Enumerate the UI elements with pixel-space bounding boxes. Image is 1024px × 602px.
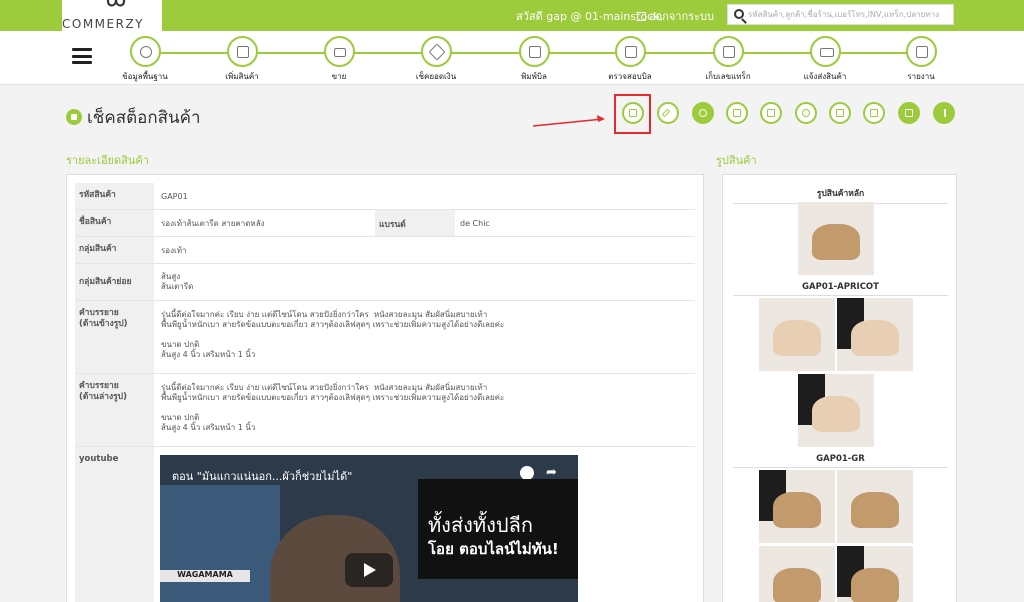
truck-icon bbox=[809, 36, 841, 67]
infinity-logo-icon bbox=[106, 0, 126, 7]
facebook-icon[interactable] bbox=[898, 102, 920, 124]
search-input[interactable] bbox=[748, 7, 951, 22]
database-icon bbox=[129, 36, 161, 67]
page-title: เช็คสต็อกสินค้า bbox=[66, 104, 201, 131]
nav-item-basic-data[interactable]: ข้อมูลพื้นฐาน bbox=[105, 36, 185, 84]
nav-label: ขาย bbox=[331, 72, 347, 81]
top-bar: COMMERZY สวัสดี gap @ 01-mainstock, ออกจ… bbox=[0, 0, 1024, 31]
desc-side-value: รุ่นนี้ดีต่อใจมากค่ะ เรียบ ง่าย แต่ดีไซน… bbox=[161, 310, 505, 359]
video-sign-text: WAGAMAMA bbox=[160, 570, 250, 582]
watch-later-icon[interactable] bbox=[520, 466, 534, 480]
youtube-video[interactable]: WAGAMAMA ตอน "มันแกวแน่นอก...ผัวก็ช่วยไม… bbox=[160, 455, 578, 602]
money-check-icon bbox=[420, 36, 452, 67]
play-icon[interactable] bbox=[345, 553, 393, 587]
printer-icon bbox=[518, 36, 550, 67]
pencil-icon[interactable] bbox=[657, 102, 679, 124]
detail-row-code: รหัสสินค้า GAP01 bbox=[75, 183, 695, 210]
nav-label: ตรวจสอบบิล bbox=[608, 72, 652, 81]
image-panel: รูปสินค้าหลัก GAP01-APRICOT GAP01-GR bbox=[722, 174, 957, 602]
subgroup-label: กลุ่มสินค้าย่อย bbox=[75, 264, 154, 300]
name-value: รองเท้าส้นเตารีด สายคาดหลัง bbox=[161, 219, 265, 228]
product-image[interactable] bbox=[759, 546, 835, 602]
bill-check-icon bbox=[614, 36, 646, 67]
detail-row-group: กลุ่มสินค้า รองเท้า bbox=[75, 237, 695, 264]
add-image-icon[interactable] bbox=[760, 102, 782, 124]
desc-side-label: คำบรรยาย (ด้านข้างรูป) bbox=[75, 301, 154, 373]
detail-row-name: ชื่อสินค้า รองเท้าส้นเตารีด สายคาดหลัง แ… bbox=[75, 210, 695, 237]
group-value: รองเท้า bbox=[161, 246, 187, 255]
menu-icon[interactable] bbox=[72, 48, 92, 64]
group-label: กลุ่มสินค้า bbox=[75, 237, 154, 263]
nav-item-check-money[interactable]: เช็คยอดเงิน bbox=[396, 36, 476, 84]
brand-name: COMMERZY bbox=[62, 17, 145, 31]
video-small-text: โอย ตอบไลน์ไม่ทัน! bbox=[428, 540, 559, 558]
youtube-label: youtube bbox=[75, 447, 154, 602]
detail-row-desc-side: คำบรรยาย (ด้านข้างรูป) รุ่นนี้ดีต่อใจมาก… bbox=[75, 301, 695, 374]
page-title-text: เช็คสต็อกสินค้า bbox=[87, 108, 201, 128]
search-box bbox=[727, 4, 954, 25]
logout-label: ออกจากระบบ bbox=[649, 10, 714, 23]
list-icon[interactable] bbox=[863, 102, 885, 124]
box-icon bbox=[66, 109, 82, 125]
camera-icon[interactable] bbox=[692, 102, 714, 124]
nav-label: รายงาน bbox=[907, 72, 935, 81]
nav-item-check-bill[interactable]: ตรวจสอบบิล bbox=[590, 36, 670, 84]
image-section-heading: รูปสินค้า bbox=[716, 154, 757, 167]
brand-label: แบรนด์ bbox=[375, 210, 455, 236]
brand-value: de Chic bbox=[460, 219, 490, 228]
desc-bottom-label: คำบรรยาย (ด้านล่างรูป) bbox=[75, 374, 154, 446]
variant-caption-apricot: GAP01-APRICOT bbox=[733, 282, 948, 296]
register-icon bbox=[323, 36, 355, 67]
logout-icon bbox=[636, 12, 646, 21]
nav-label: ข้อมูลพื้นฐาน bbox=[122, 72, 168, 81]
detail-panel: รหัสสินค้า GAP01 ชื่อสินค้า รองเท้าส้นเต… bbox=[66, 174, 704, 602]
detail-section-heading: รายละเอียดสินค้า bbox=[66, 154, 149, 167]
nav-item-sell[interactable]: ขาย bbox=[299, 36, 379, 84]
product-image[interactable] bbox=[798, 374, 874, 447]
layout-icon[interactable] bbox=[829, 102, 851, 124]
nav-label: พิมพ์บิล bbox=[521, 72, 547, 81]
nav-label: แจ้งส่งสินค้า bbox=[803, 72, 847, 81]
variant-caption-gr: GAP01-GR bbox=[733, 454, 948, 468]
share-icon[interactable]: ➦ bbox=[546, 465, 557, 480]
arrow-annotation bbox=[533, 115, 605, 127]
arrow-up-icon[interactable] bbox=[933, 102, 955, 124]
barcode-icon[interactable] bbox=[726, 102, 748, 124]
nav-label: เช็คยอดเงิน bbox=[415, 72, 457, 81]
video-title: ตอน "มันแกวแน่นอก...ผัวก็ช่วยไม่ได้" bbox=[172, 470, 353, 483]
subgroup-value: ส้นสูง ส้นเตารีด bbox=[161, 272, 194, 291]
search-icon[interactable] bbox=[734, 9, 744, 19]
detail-row-desc-bottom: คำบรรยาย (ด้านล่างรูป) รุ่นนี้ดีต่อใจมาก… bbox=[75, 374, 695, 447]
product-image[interactable] bbox=[837, 298, 913, 371]
product-image[interactable] bbox=[837, 546, 913, 602]
code-label: รหัสสินค้า bbox=[75, 183, 154, 209]
nav-item-shipping[interactable]: แจ้งส่งสินค้า bbox=[785, 36, 865, 84]
main-nav: ข้อมูลพื้นฐาน เพิ่มสินค้า ขาย เช็คยอดเงิ… bbox=[0, 31, 1024, 85]
name-label: ชื่อสินค้า bbox=[75, 210, 154, 236]
nav-label: เพิ่มสินค้า bbox=[225, 72, 259, 81]
nav-item-print-bill[interactable]: พิมพ์บิล bbox=[494, 36, 574, 84]
report-icon bbox=[905, 36, 937, 67]
tracking-icon bbox=[712, 36, 744, 67]
nav-item-report[interactable]: รายงาน bbox=[881, 36, 961, 84]
logout-link[interactable]: ออกจากระบบ bbox=[636, 7, 714, 25]
box-icon bbox=[226, 36, 258, 67]
nav-label: เก็บเลขแทร็ก bbox=[705, 72, 751, 81]
detail-row-subgroup: กลุ่มสินค้าย่อย ส้นสูง ส้นเตารีด bbox=[75, 264, 695, 301]
product-image[interactable] bbox=[759, 298, 835, 371]
product-image[interactable] bbox=[798, 202, 874, 275]
nav-item-add-product[interactable]: เพิ่มสินค้า bbox=[202, 36, 282, 84]
nav-item-tracking[interactable]: เก็บเลขแทร็ก bbox=[688, 36, 768, 84]
code-value: GAP01 bbox=[161, 192, 188, 201]
product-image[interactable] bbox=[759, 470, 835, 543]
video-background bbox=[160, 485, 280, 602]
product-image[interactable] bbox=[837, 470, 913, 543]
undo-icon[interactable] bbox=[795, 102, 817, 124]
logo[interactable]: COMMERZY bbox=[62, 0, 162, 31]
desc-bottom-value: รุ่นนี้ดีต่อใจมากค่ะ เรียบ ง่าย แต่ดีไซน… bbox=[161, 383, 505, 432]
